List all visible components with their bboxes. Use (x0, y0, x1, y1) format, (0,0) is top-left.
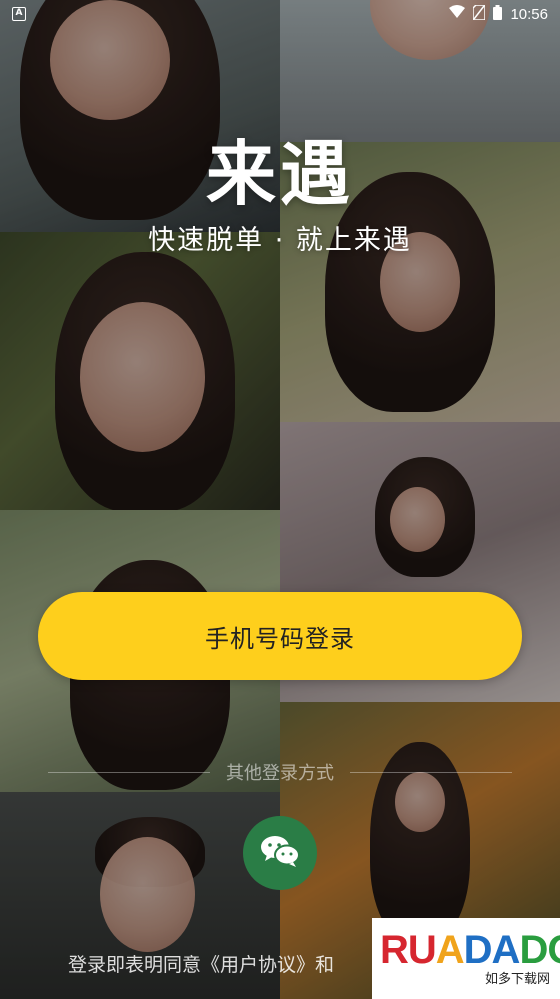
login-screen: A 10:56 来遇 快速脱单 · 就上来遇 手机号码登录 其他登录方式 登录即… (0, 0, 560, 999)
watermark-subtitle: 如多下载网 (484, 972, 550, 987)
battery-icon (493, 4, 503, 24)
wechat-icon (260, 834, 300, 872)
status-time: 10:56 (510, 5, 548, 23)
divider-line (48, 771, 210, 773)
status-bar: A 10:56 (0, 0, 560, 28)
no-sim-icon (472, 3, 487, 24)
app-title: 来遇 (206, 133, 354, 215)
site-watermark: RUADADO 如多下载网 (372, 918, 560, 999)
other-login-label: 其他登录方式 (226, 763, 334, 784)
wechat-login-button[interactable] (243, 816, 317, 890)
other-login-divider: 其他登录方式 (48, 760, 512, 784)
app-notification-icon: A (12, 7, 26, 21)
wifi-icon (449, 5, 466, 23)
watermark-logo: RUADADO (380, 928, 560, 972)
app-slogan: 快速脱单 · 就上来遇 (148, 225, 412, 256)
phone-login-button[interactable]: 手机号码登录 (38, 592, 522, 680)
divider-line (350, 771, 512, 773)
